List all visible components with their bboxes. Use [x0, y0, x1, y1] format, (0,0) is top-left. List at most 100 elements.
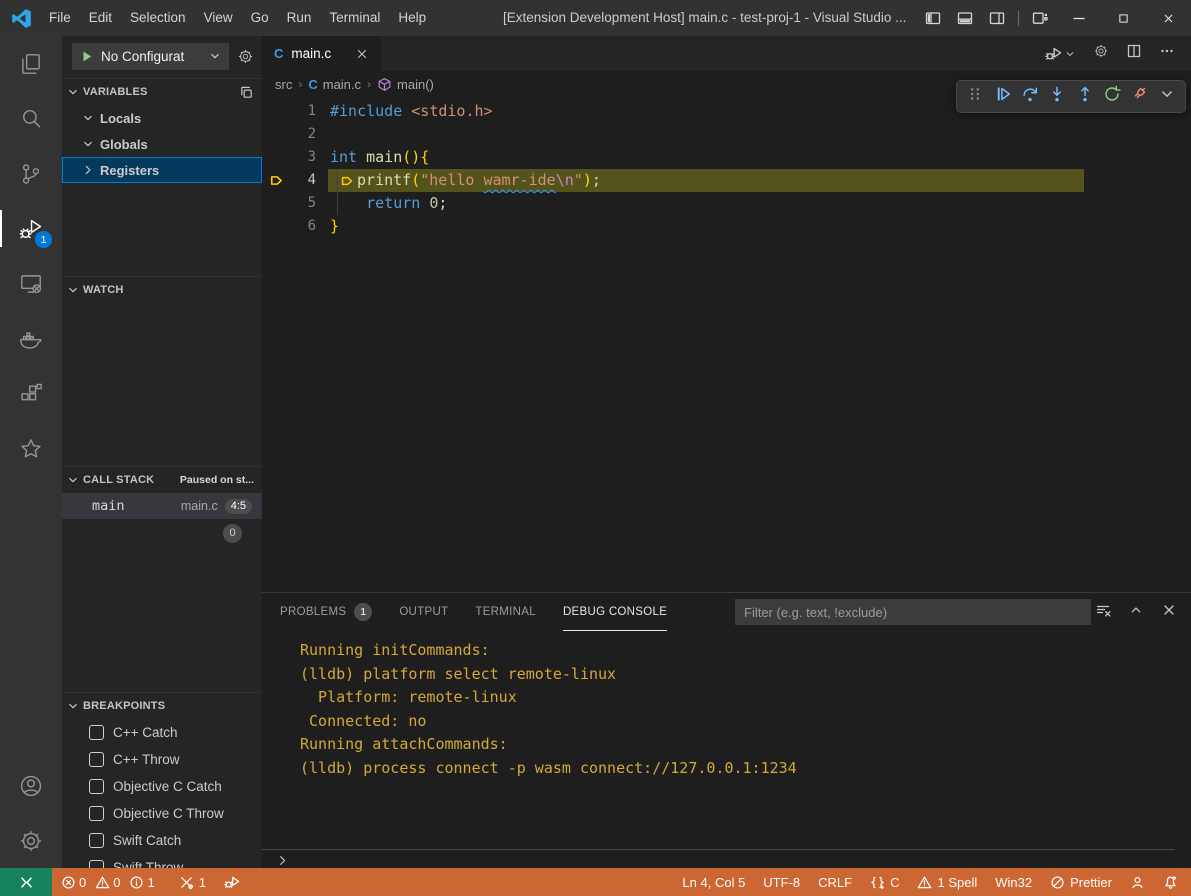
bug-play-icon: [224, 874, 240, 890]
toolbar-chevron-button[interactable]: [1158, 85, 1176, 108]
debug-start-status[interactable]: [215, 868, 249, 896]
console-filter-input[interactable]: [735, 599, 1091, 625]
activity-item-accounts[interactable]: [0, 758, 62, 813]
activity-item-extensions[interactable]: [0, 366, 62, 421]
menu-edit[interactable]: Edit: [80, 10, 121, 25]
restart-button[interactable]: [1103, 85, 1121, 108]
panel-tab-problems[interactable]: PROBLEMS1: [280, 593, 372, 631]
step-into-button[interactable]: [1048, 85, 1066, 108]
activity-item-source-control[interactable]: [0, 146, 62, 201]
tab-main-c[interactable]: C main.c: [262, 36, 381, 71]
menu-view[interactable]: View: [195, 10, 242, 25]
breakpoints-header[interactable]: BREAKPOINTS: [62, 692, 262, 719]
toggle-sidebar-right-button[interactable]: [981, 0, 1013, 36]
breakpoint-checkbox[interactable]: [89, 833, 104, 848]
breakpoint-checkbox[interactable]: [89, 725, 104, 740]
variables-header[interactable]: VARIABLES: [62, 78, 262, 105]
minimize-button[interactable]: [1056, 0, 1101, 36]
status-platform[interactable]: Win32: [986, 868, 1041, 896]
breakpoint-checkbox[interactable]: [89, 860, 104, 868]
panel-tab-output[interactable]: OUTPUT: [399, 593, 448, 631]
start-debug-icon[interactable]: [79, 49, 94, 64]
line-number: 1: [262, 100, 316, 123]
breakpoint-label: Objective C Throw: [113, 806, 224, 821]
maximize-button[interactable]: [1101, 0, 1146, 36]
menu-file[interactable]: File: [40, 10, 80, 25]
debug-config-dropdown[interactable]: No Configurat: [72, 43, 229, 70]
scope-registers[interactable]: Registers: [62, 157, 262, 183]
close-panel-button[interactable]: [1161, 602, 1177, 623]
breakpoint-c-catch[interactable]: C++ Catch: [62, 719, 262, 746]
status-eol[interactable]: CRLF: [809, 868, 861, 896]
menu-go[interactable]: Go: [242, 10, 278, 25]
continue-icon: [994, 85, 1012, 103]
breadcrumb-item[interactable]: main(): [377, 77, 434, 92]
status-notifications[interactable]: [1154, 868, 1187, 896]
status-cursor-position[interactable]: Ln 4, Col 5: [673, 868, 754, 896]
debug-console-input[interactable]: [262, 849, 1175, 870]
step-out-button[interactable]: [1076, 85, 1094, 108]
problems-status[interactable]: 001: [52, 868, 170, 896]
menu-selection[interactable]: Selection: [121, 10, 195, 25]
clear-console-button[interactable]: [1095, 602, 1111, 623]
scope-globals[interactable]: Globals: [62, 131, 262, 157]
layout-customize-icon: [1032, 10, 1048, 26]
activity-item-search[interactable]: [0, 91, 62, 146]
breakpoint-swift-throw[interactable]: Swift Throw: [62, 854, 262, 868]
toggle-panel-button[interactable]: [949, 0, 981, 36]
toggle-sidebar-left-button[interactable]: [917, 0, 949, 36]
code-area[interactable]: 1#include <stdio.h>23int main(){4 printf…: [262, 100, 1191, 238]
panel-actions: [1095, 593, 1177, 631]
copy-icon[interactable]: [239, 85, 254, 100]
menu-terminal[interactable]: Terminal: [320, 10, 389, 25]
remote-indicator[interactable]: [0, 868, 52, 896]
twistie-icon: [81, 111, 95, 125]
menu-help[interactable]: Help: [389, 10, 435, 25]
maximize-panel-button[interactable]: [1128, 602, 1144, 623]
continue-button[interactable]: [994, 85, 1012, 108]
breakpoint-label: C++ Catch: [113, 725, 178, 740]
status-encoding-label: UTF-8: [763, 875, 800, 890]
status-feedback[interactable]: [1121, 868, 1154, 896]
breakpoint-c-throw[interactable]: C++ Throw: [62, 746, 262, 773]
breadcrumb-item[interactable]: src: [275, 77, 292, 92]
variables-section: VARIABLES LocalsGlobalsRegisters: [62, 78, 262, 183]
activity-item-run-and-debug[interactable]: 1: [0, 201, 62, 256]
activity-item-wamr-ide[interactable]: [0, 421, 62, 476]
activity-item-docker[interactable]: [0, 311, 62, 366]
toolchain-status[interactable]: 1: [170, 868, 215, 896]
breakpoint-checkbox[interactable]: [89, 752, 104, 767]
activity-item-settings[interactable]: [0, 813, 62, 868]
step-over-button[interactable]: [1021, 85, 1039, 108]
breadcrumb-item[interactable]: Cmain.c: [308, 77, 361, 92]
status-prettier[interactable]: Prettier: [1041, 868, 1121, 896]
run-or-debug-button[interactable]: [1045, 45, 1076, 62]
breakpoint-swift-catch[interactable]: Swift Catch: [62, 827, 262, 854]
status-spell-checker[interactable]: 1 Spell: [908, 868, 986, 896]
editor-settings-button[interactable]: [1093, 43, 1109, 64]
split-editor-button[interactable]: [1126, 43, 1142, 64]
panel-tab-terminal[interactable]: TERMINAL: [475, 593, 536, 631]
disconnect-button[interactable]: [1130, 85, 1148, 108]
call-stack-header[interactable]: CALL STACK Paused on st...: [62, 466, 262, 493]
activity-item-explorer[interactable]: [0, 36, 62, 91]
menu-run[interactable]: Run: [278, 10, 321, 25]
debug-settings-gear-icon[interactable]: [237, 48, 254, 65]
close-button[interactable]: [1146, 0, 1191, 36]
panel-tab-debug-console[interactable]: DEBUG CONSOLE: [563, 593, 667, 631]
breakpoint-checkbox[interactable]: [89, 806, 104, 821]
more-actions-button[interactable]: [1159, 43, 1175, 64]
braces-icon: [870, 875, 885, 890]
scope-locals[interactable]: Locals: [62, 105, 262, 131]
breakpoint-objective-c-catch[interactable]: Objective C Catch: [62, 773, 262, 800]
toggle-customize-button[interactable]: [1024, 0, 1056, 36]
breakpoint-checkbox[interactable]: [89, 779, 104, 794]
status-language-mode[interactable]: C: [861, 868, 908, 896]
status-encoding[interactable]: UTF-8: [754, 868, 809, 896]
breakpoint-objective-c-throw[interactable]: Objective C Throw: [62, 800, 262, 827]
stack-frame-row[interactable]: main main.c 4:5: [62, 493, 262, 519]
chevron-up-icon: [1128, 602, 1144, 618]
watch-header[interactable]: WATCH: [62, 276, 262, 303]
activity-item-remote-explorer[interactable]: [0, 256, 62, 311]
close-tab-icon[interactable]: [355, 47, 369, 61]
